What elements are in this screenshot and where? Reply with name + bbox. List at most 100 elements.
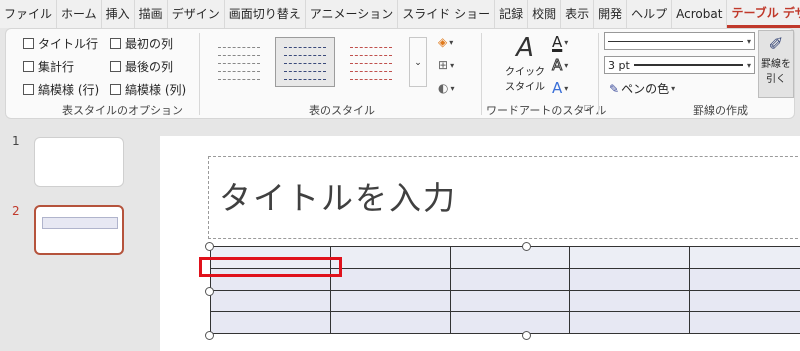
table-cell[interactable] (569, 289, 691, 313)
table-row (210, 289, 800, 313)
chevron-down-icon: ▾ (746, 36, 751, 46)
slide-thumbnail-2[interactable] (34, 205, 124, 255)
menu-bar: ファイル ホーム 挿入 描画 デザイン 画面切り替え アニメーション スライド ショー 記録 校閲… (0, 0, 800, 28)
checkbox-total-row[interactable]: 集計行 (23, 58, 74, 75)
slide-canvas[interactable]: タイトルを入力 (160, 136, 800, 351)
table-cell[interactable] (689, 311, 800, 334)
menu-tab[interactable]: 記録 (495, 0, 529, 28)
checkbox-banded-rows[interactable]: 縞模様 (行) (23, 81, 99, 98)
checkbox-box[interactable] (23, 84, 34, 95)
style-line (284, 79, 326, 80)
checkbox-label: タイトル行 (38, 37, 99, 51)
text-outline-button[interactable]: A ▾ (551, 56, 569, 75)
table-cell[interactable] (449, 289, 571, 313)
eraser-icon: ◐ (438, 81, 449, 95)
menu-tab[interactable]: テーブル デザイン (727, 0, 800, 28)
table-cell[interactable] (329, 267, 451, 291)
table-style-navy-selected[interactable] (275, 37, 335, 87)
table-cell[interactable] (449, 267, 571, 291)
menu-tab[interactable]: ヘルプ (627, 0, 673, 28)
resize-handle-bottom-center[interactable] (522, 331, 531, 340)
group-divider (199, 33, 200, 115)
dialog-launcher-icon[interactable]: ◲ (584, 103, 592, 112)
gallery-more-button[interactable]: ⌄ (409, 37, 427, 87)
chevron-down-icon: ▾ (449, 37, 454, 47)
style-line (284, 47, 326, 48)
slide-number: 1 (12, 134, 20, 148)
style-line (350, 63, 392, 64)
resize-handle-middle-left[interactable] (205, 287, 214, 296)
group-divider (598, 33, 599, 115)
quick-styles-label-1: クイック (505, 67, 545, 78)
chevron-down-icon: ▾ (564, 60, 569, 70)
resize-handle-top-center[interactable] (522, 242, 531, 251)
table-cell[interactable] (569, 267, 691, 291)
menu-tab[interactable]: 画面切り替え (225, 0, 306, 28)
menu-tab[interactable]: スライド ショー (398, 0, 496, 28)
checkbox-box[interactable] (110, 84, 121, 95)
checkbox-last-column[interactable]: 最後の列 (110, 58, 173, 75)
table-cell[interactable] (329, 246, 451, 269)
menu-tab[interactable]: 描画 (135, 0, 168, 28)
chevron-down-icon: ▾ (450, 60, 455, 70)
effects-button[interactable]: ◐ ▾ (438, 81, 455, 95)
table-cell[interactable] (329, 289, 451, 313)
table-cell[interactable] (449, 246, 571, 269)
style-line (350, 47, 392, 48)
table-cell[interactable] (329, 311, 451, 334)
slide-thumbnail-1[interactable] (34, 137, 124, 187)
table-cell[interactable] (449, 311, 571, 334)
text-effects-button[interactable]: A ▾ (552, 79, 568, 97)
menu-tab[interactable]: 表示 (561, 0, 595, 28)
pen-weight-select[interactable]: 3 pt ▾ (604, 56, 755, 74)
pen-weight-value: 3 pt (608, 58, 630, 72)
shading-button[interactable]: ◈ ▾ (438, 35, 453, 49)
checkbox-box[interactable] (110, 38, 121, 49)
pen-weight-line (633, 64, 743, 66)
checkbox-label: 最後の列 (125, 60, 174, 74)
pen-style-select[interactable]: ▾ (604, 32, 755, 50)
menu-tab[interactable]: 校閲 (528, 0, 562, 28)
menu-tab[interactable]: 開発 (594, 0, 628, 28)
checkbox-banded-columns[interactable]: 縞模様 (列) (110, 81, 186, 98)
chevron-down-icon: ▾ (746, 60, 751, 70)
table-cell[interactable] (689, 289, 800, 313)
checkbox-header-row[interactable]: タイトル行 (23, 35, 98, 52)
title-text: タイトルを入力 (219, 179, 458, 217)
table-cell[interactable] (569, 311, 691, 334)
style-line (350, 71, 392, 72)
style-line (284, 71, 326, 72)
checkbox-box[interactable] (23, 38, 34, 49)
table-cell[interactable] (689, 267, 800, 291)
draw-table-button[interactable]: ✐ 罫線を 引く (758, 30, 794, 98)
highlight-box (199, 257, 342, 277)
borders-button[interactable]: ⊞ ▾ (438, 58, 454, 72)
resize-handle-top-left[interactable] (205, 242, 214, 251)
menu-tab[interactable]: 挿入 (102, 0, 135, 28)
table-cell[interactable] (569, 246, 691, 269)
table-cell[interactable] (210, 311, 331, 334)
text-fill-button[interactable]: A ▾ (552, 33, 568, 51)
ribbon: タイトル行 最初の列 集計行 最後の列 縞模様 (行) 縞模様 (列) 表スタイ… (5, 28, 795, 119)
checkbox-box[interactable] (23, 61, 34, 72)
table-cell[interactable] (689, 246, 800, 269)
checkbox-box[interactable] (110, 61, 121, 72)
menu-tab[interactable]: ファイル (0, 0, 58, 28)
table-style-red[interactable] (341, 37, 401, 87)
checkbox-first-column[interactable]: 最初の列 (110, 35, 173, 52)
resize-handle-bottom-left[interactable] (205, 331, 214, 340)
style-line (350, 79, 392, 80)
menu-tab[interactable]: デザイン (168, 0, 225, 28)
menu-tab[interactable]: Acrobat (672, 0, 728, 28)
quick-styles-button[interactable]: A クイック スタイル (499, 33, 551, 95)
style-line (218, 55, 260, 56)
title-placeholder[interactable]: タイトルを入力 (208, 156, 800, 239)
table-style-gray[interactable] (209, 37, 269, 87)
table-cell[interactable] (210, 289, 331, 313)
pen-color-button[interactable]: ✎ ペンの色 ▾ (609, 80, 675, 97)
chevron-down-icon: ▾ (450, 83, 455, 93)
menu-tab[interactable]: アニメーション (306, 0, 399, 28)
chevron-down-icon: ▾ (564, 83, 569, 93)
chevron-down-icon: ▾ (671, 84, 676, 93)
menu-tab[interactable]: ホーム (57, 0, 102, 28)
